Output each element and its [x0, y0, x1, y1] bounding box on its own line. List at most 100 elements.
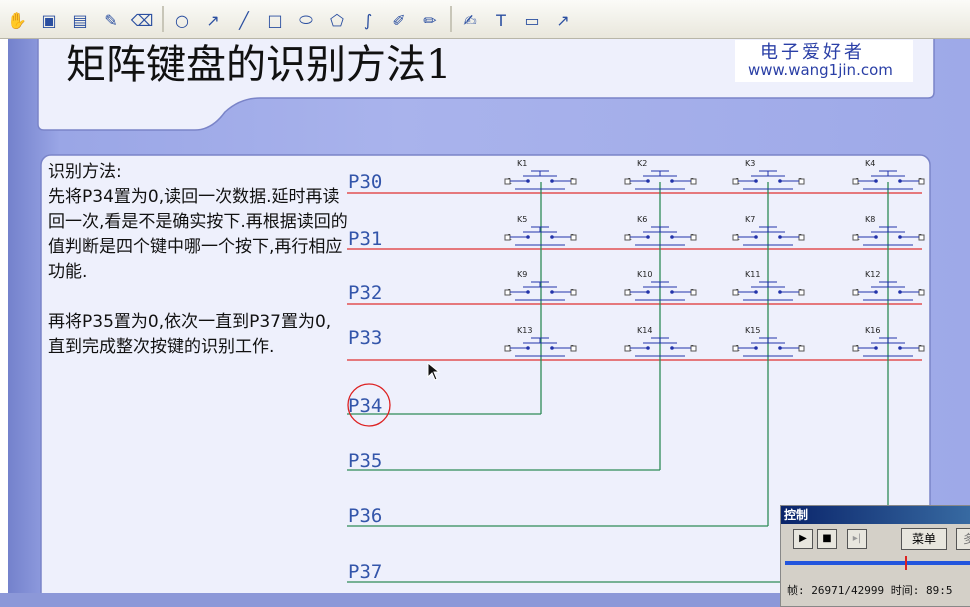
terminal-pad [570, 234, 577, 241]
pointer-icon[interactable]: ↗ [551, 8, 575, 32]
ellipse-tool-icon[interactable]: ⬭ [294, 8, 318, 32]
key-label: K1 [517, 159, 527, 168]
port-label-p36: P36 [348, 505, 382, 527]
switch-contact [754, 179, 758, 183]
switch-contact [754, 346, 758, 350]
switch-contact [646, 179, 650, 183]
switch-contact [778, 235, 782, 239]
play-button[interactable]: ▶ [793, 529, 813, 549]
slide-title: 矩阵键盘的识别方法1 [66, 42, 452, 88]
terminal-pad [798, 345, 805, 352]
annotation-toolbar: ✋ ▣ ▤ ✎ ⌫ ○ ↗ ╱ □ ⬭ ⬠ ∫ ✐ ✏ ✍ T ▭ ↗ [0, 0, 970, 39]
port-label-p33: P33 [348, 327, 382, 349]
switch-contact [646, 290, 650, 294]
freehand-icon[interactable]: ∫ [356, 8, 380, 32]
polygon-tool-icon[interactable]: ⬠ [325, 8, 349, 32]
key-label: K13 [517, 326, 532, 335]
circle-tool-icon[interactable]: ○ [170, 8, 194, 32]
frame-time-status: 帧: 26971/42999 时间: 89:5 [787, 584, 953, 597]
terminal-pad [852, 289, 859, 296]
callout-icon[interactable]: ▭ [520, 8, 544, 32]
terminal-pad [504, 178, 511, 185]
body-paragraph: 识别方法: 先将P34置为0,读回一次数据.延时再读回一次,看是不是确实按下.再… [48, 162, 348, 282]
playback-control-window[interactable]: 控制 ▶ ■ ▸| 菜单 多 帧: 26971/42999 时间: 89:5 [780, 505, 970, 607]
switch-contact [874, 290, 878, 294]
switch-contact [874, 346, 878, 350]
step-button[interactable]: ▸| [847, 529, 867, 549]
terminal-pad [690, 234, 697, 241]
switch-contact [898, 179, 902, 183]
switch-contact [670, 290, 674, 294]
key-label: K10 [637, 270, 652, 279]
highlighter-icon[interactable]: ✐ [387, 8, 411, 32]
key-label: K16 [865, 326, 880, 335]
terminal-pad [852, 234, 859, 241]
image-icon[interactable]: ▣ [37, 8, 61, 32]
switch-contact [874, 179, 878, 183]
terminal-pad [798, 289, 805, 296]
terminal-pad [852, 345, 859, 352]
terminal-pad [852, 178, 859, 185]
pen-tool-icon[interactable]: ✎ [99, 8, 123, 32]
switch-contact [526, 290, 530, 294]
switch-contact [550, 290, 554, 294]
terminal-pad [570, 289, 577, 296]
terminal-pad [624, 345, 631, 352]
terminal-pad [732, 178, 739, 185]
terminal-pad [918, 234, 925, 241]
switch-contact [670, 346, 674, 350]
key-label: K6 [637, 215, 647, 224]
key-label: K11 [745, 270, 760, 279]
switch-contact [898, 235, 902, 239]
arrow-tool-icon[interactable]: ↗ [201, 8, 225, 32]
line-tool-icon[interactable]: ╱ [232, 8, 256, 32]
terminal-pad [624, 289, 631, 296]
note-icon[interactable]: ✍ [458, 8, 482, 32]
terminal-pad [504, 345, 511, 352]
terminal-pad [798, 234, 805, 241]
seek-position-marker[interactable] [904, 556, 907, 570]
terminal-pad [504, 234, 511, 241]
terminal-pad [624, 234, 631, 241]
eraser-icon[interactable]: ⌫ [130, 8, 154, 32]
hand-icon[interactable]: ✋ [5, 8, 29, 32]
switch-contact [670, 179, 674, 183]
switch-contact [754, 235, 758, 239]
switch-contact [526, 235, 530, 239]
terminal-pad [732, 234, 739, 241]
key-label: K15 [745, 326, 760, 335]
control-window-title: 控制 [781, 506, 970, 524]
port-label-p37: P37 [348, 561, 382, 583]
key-label: K2 [637, 159, 647, 168]
terminal-pad [732, 289, 739, 296]
key-label: K5 [517, 215, 527, 224]
terminal-pad [504, 289, 511, 296]
switch-contact [526, 179, 530, 183]
terminal-pad [690, 289, 697, 296]
toolbar-separator [450, 6, 452, 32]
switch-contact [670, 235, 674, 239]
switch-contact [550, 346, 554, 350]
switch-contact [550, 235, 554, 239]
menu-button[interactable]: 菜单 [901, 528, 947, 550]
text-icon[interactable]: T [489, 8, 513, 32]
rectangle-tool-icon[interactable]: □ [263, 8, 287, 32]
film-icon[interactable]: ▤ [68, 8, 92, 32]
key-label: K7 [745, 215, 755, 224]
port-label-p35: P35 [348, 450, 382, 472]
switch-contact [646, 235, 650, 239]
terminal-pad [624, 178, 631, 185]
terminal-pad [918, 345, 925, 352]
logo-url: www.wang1jin.com [748, 61, 893, 79]
more-button[interactable]: 多 [956, 528, 970, 550]
slide-body-text: 识别方法: 先将P34置为0,读回一次数据.延时再读回一次,看是不是确实按下.再… [48, 160, 348, 385]
key-label: K3 [745, 159, 755, 168]
switch-contact [778, 346, 782, 350]
switch-contact [550, 179, 554, 183]
key-label: K4 [865, 159, 875, 168]
stop-button[interactable]: ■ [817, 529, 837, 549]
marker-icon[interactable]: ✏ [418, 8, 442, 32]
key-label: K9 [517, 270, 527, 279]
terminal-pad [798, 178, 805, 185]
seek-bar[interactable] [785, 556, 970, 570]
